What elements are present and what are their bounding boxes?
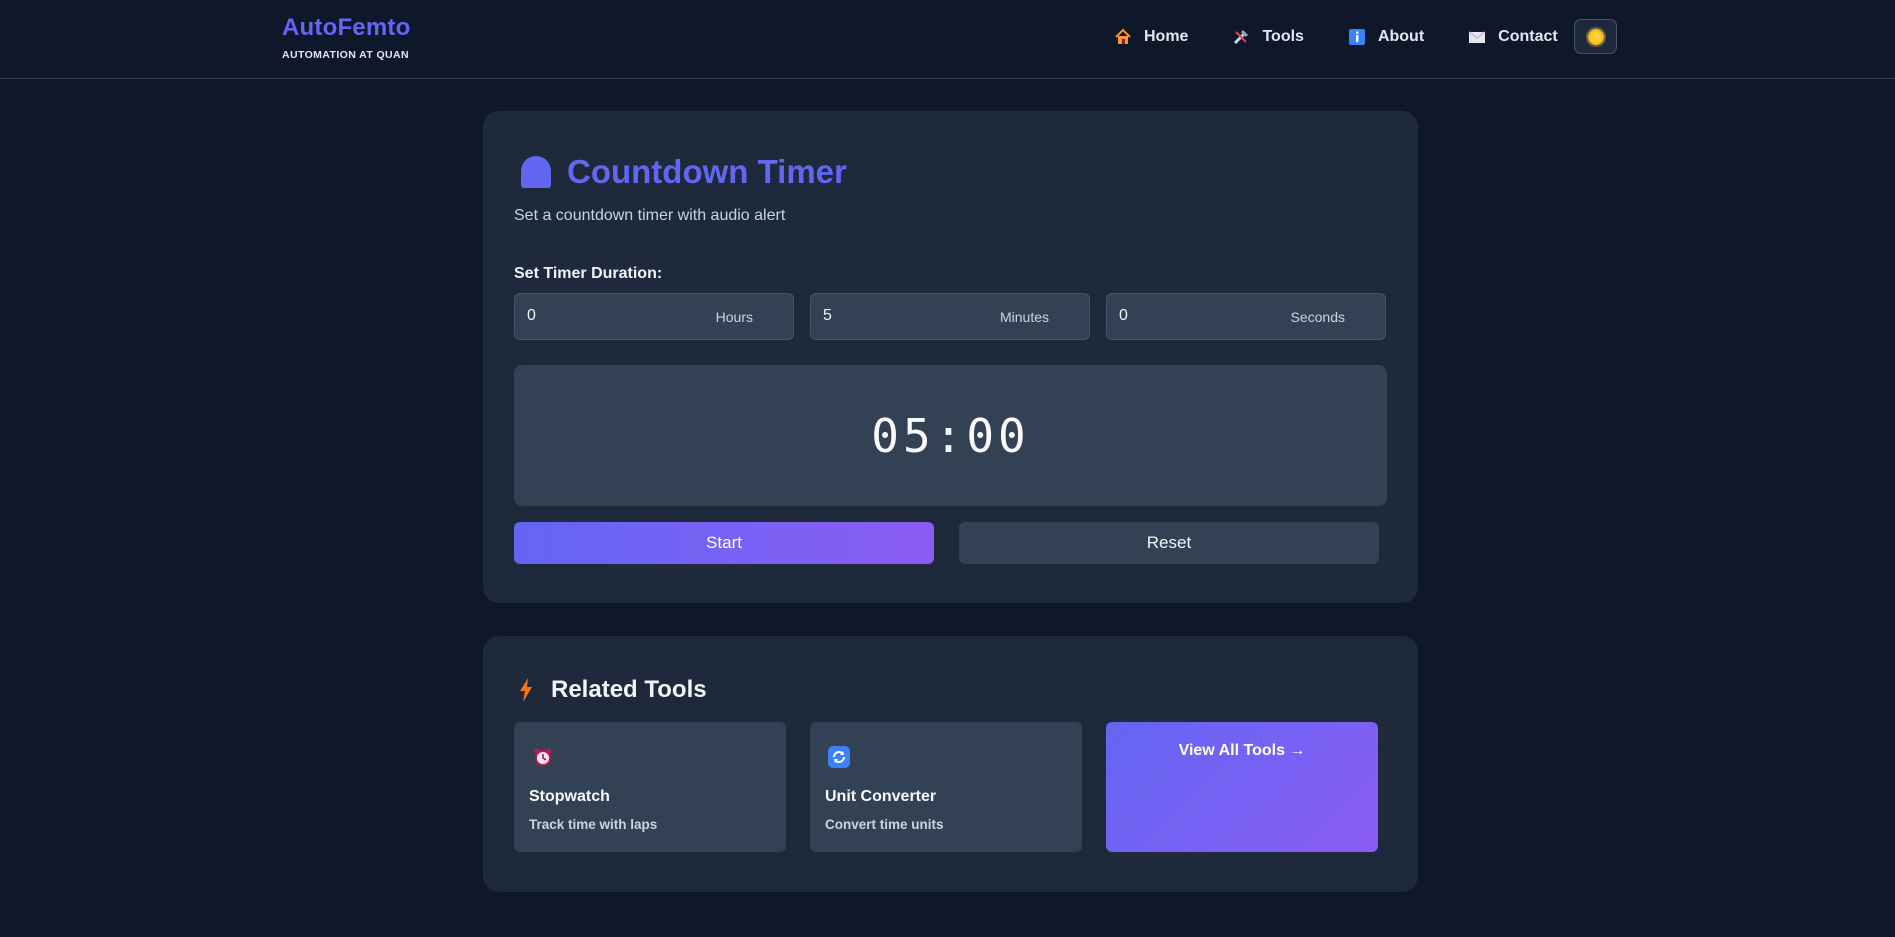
- duration-label: Set Timer Duration:: [514, 265, 663, 282]
- page-title: Countdown Timer: [567, 153, 847, 190]
- hours-unit-label: Hours: [715, 309, 753, 325]
- main-nav: Home Tools About Contact: [1114, 28, 1602, 46]
- minutes-field[interactable]: Minutes: [810, 293, 1090, 340]
- brand-tagline: AUTOMATION AT QUAN: [282, 49, 409, 61]
- related-tools-card: Related Tools Stopwatch Track time with …: [483, 636, 1418, 892]
- brand-name[interactable]: AutoFemto: [282, 14, 410, 42]
- nav-contact-label: Contact: [1498, 28, 1558, 45]
- nav-home-label: Home: [1144, 28, 1189, 45]
- hours-input[interactable]: [527, 307, 677, 325]
- related-tools-header: Related Tools: [518, 676, 707, 704]
- duration-inputs: Hours Minutes Seconds: [514, 293, 1386, 340]
- alarm-clock-icon: [532, 746, 554, 768]
- tool-description: Track time with laps: [529, 817, 658, 832]
- top-navigation-bar: AutoFemto AUTOMATION AT QUAN Home Tools …: [0, 0, 1895, 79]
- theme-toggle-button[interactable]: [1574, 19, 1617, 54]
- tool-card-stopwatch[interactable]: Stopwatch Track time with laps: [514, 722, 786, 852]
- tool-name: Unit Converter: [825, 788, 937, 805]
- view-all-tools-link[interactable]: View All Tools →: [1106, 722, 1378, 852]
- timer-header: Countdown Timer: [521, 153, 847, 191]
- sun-icon: [1587, 28, 1604, 45]
- start-button[interactable]: Start: [514, 522, 934, 564]
- seconds-field[interactable]: Seconds: [1106, 293, 1386, 340]
- reset-button[interactable]: Reset: [959, 522, 1379, 564]
- nav-about-label: About: [1377, 28, 1425, 45]
- envelope-icon: [1468, 28, 1486, 46]
- lightning-icon: [520, 678, 532, 702]
- related-tools-title: Related Tools: [551, 676, 707, 703]
- home-icon: [1114, 28, 1132, 46]
- nav-tools[interactable]: Tools: [1232, 28, 1304, 46]
- nav-contact[interactable]: Contact: [1468, 28, 1558, 46]
- tool-card-unit-converter[interactable]: Unit Converter Convert time units: [810, 722, 1082, 852]
- timer-digits: 05:00: [871, 408, 1030, 463]
- page-subtitle: Set a countdown timer with audio alert: [514, 207, 786, 224]
- minutes-unit-label: Minutes: [999, 309, 1049, 325]
- refresh-icon: [828, 746, 850, 768]
- tool-name: Stopwatch: [529, 788, 610, 805]
- minutes-input[interactable]: [823, 307, 973, 325]
- brand[interactable]: AutoFemto AUTOMATION AT QUAN: [282, 14, 410, 61]
- seconds-unit-label: Seconds: [1290, 309, 1345, 325]
- tool-description: Convert time units: [825, 817, 944, 832]
- nav-about[interactable]: About: [1348, 28, 1424, 46]
- timer-display: 05:00: [514, 365, 1387, 506]
- hours-field[interactable]: Hours: [514, 293, 794, 340]
- nav-home[interactable]: Home: [1114, 28, 1188, 46]
- seconds-input[interactable]: [1119, 307, 1269, 325]
- tools-icon: [1232, 28, 1250, 46]
- countdown-timer-card: Countdown Timer Set a countdown timer wi…: [483, 111, 1418, 603]
- view-all-tools-label: View All Tools →: [1178, 742, 1306, 759]
- nav-tools-label: Tools: [1262, 28, 1304, 45]
- info-icon: [1348, 28, 1366, 46]
- timer-icon: [521, 156, 551, 188]
